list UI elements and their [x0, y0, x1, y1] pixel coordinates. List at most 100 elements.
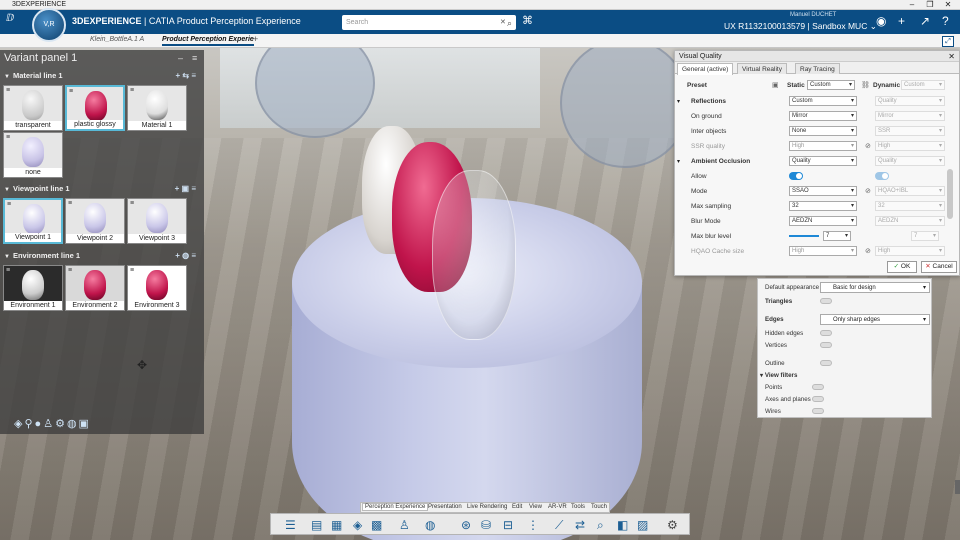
save-icon[interactable]: ▣	[772, 81, 779, 89]
blur-slider[interactable]	[789, 235, 819, 237]
tab-live-rendering[interactable]: Live Rendering	[467, 504, 507, 510]
camera-icon[interactable]: ▩	[371, 518, 382, 532]
vq-static-dropdown[interactable]: High	[789, 246, 857, 256]
list-tree-icon[interactable]: ⋮	[527, 518, 539, 532]
menu-icon[interactable]: ≡	[6, 87, 10, 94]
link-icon[interactable]: ⛓	[861, 81, 870, 89]
walk-icon[interactable]: ♙	[43, 418, 55, 430]
menu-icon[interactable]: ≡	[6, 134, 10, 141]
vq-static-dropdown[interactable]: Mirror	[789, 111, 857, 121]
tree-icon[interactable]: ⚲	[24, 418, 34, 430]
restore-icon[interactable]: ❐	[922, 0, 938, 10]
ok-button[interactable]: ✓ OK	[887, 261, 917, 273]
tab-view[interactable]: View	[529, 504, 542, 510]
menu-icon[interactable]: ≡	[68, 267, 72, 274]
vq-static-dropdown[interactable]: High	[789, 141, 857, 151]
close-icon[interactable]: ✕	[948, 51, 955, 62]
unlink-icon[interactable]: ⊘	[865, 142, 871, 150]
variant-viewpoint-2[interactable]: ≡ Viewpoint 2	[65, 198, 125, 244]
tab-touch[interactable]: Touch	[591, 504, 607, 510]
menu-icon[interactable]: ≡	[69, 88, 73, 95]
image-icon[interactable]: ▣	[79, 418, 91, 430]
section-tools-icon[interactable]: + ▣ ≡	[175, 184, 196, 193]
vq-static-dropdown[interactable]: Custom	[789, 96, 857, 106]
tab-perception-experience[interactable]: Perception Experience	[362, 503, 429, 511]
cube-icon[interactable]: ◈	[353, 518, 362, 532]
tab-tools[interactable]: Tools	[571, 504, 585, 510]
menu-icon[interactable]: ≡	[68, 200, 72, 207]
klein-bottle-transparent[interactable]	[432, 170, 516, 340]
share-icon[interactable]: ↗	[920, 14, 930, 28]
vq-dynamic-dropdown[interactable]: Quality	[875, 156, 945, 166]
section-tools-icon[interactable]: + ⇆ ≡	[176, 71, 197, 80]
side-grip[interactable]	[955, 480, 960, 494]
tab-product-perception[interactable]: Product Perception Experie	[162, 36, 254, 46]
variant-none[interactable]: ≡ none	[3, 132, 63, 178]
section-tools-icon[interactable]: + ◍ ≡	[175, 251, 196, 260]
section-material[interactable]: ▼ Material line 1 + ⇆ ≡	[4, 71, 200, 83]
variant-transparent[interactable]: ≡ transparent	[3, 85, 63, 131]
help-icon[interactable]: ?	[942, 14, 949, 28]
menu-icon[interactable]: ≡	[130, 267, 134, 274]
variant-environment-3[interactable]: ≡ Environment 3	[127, 265, 187, 311]
vq-dynamic-dropdown[interactable]: 32	[875, 201, 945, 211]
vq-dynamic-dropdown[interactable]: Mirror	[875, 111, 945, 121]
tab-virtual-reality[interactable]: Virtual Reality	[737, 63, 787, 74]
menu-icon[interactable]: ≡	[130, 87, 134, 94]
zoom-icon[interactable]: ⌕	[597, 518, 604, 533]
tag-icon[interactable]: ⌘	[522, 14, 533, 27]
database-icon[interactable]: ⛁	[481, 518, 491, 532]
vq-dynamic-dropdown[interactable]: SSR	[875, 126, 945, 136]
collapse-icon[interactable]: –	[178, 53, 183, 63]
points-toggle[interactable]	[812, 384, 824, 390]
vq-dynamic-dropdown[interactable]: HQAO+IBL	[875, 186, 945, 196]
vq-dynamic-dropdown[interactable]: High	[875, 246, 945, 256]
tab-klein-bottle[interactable]: Klein_BottleA.1 A	[90, 36, 144, 43]
outline-toggle[interactable]	[820, 360, 832, 366]
minimize-icon[interactable]: –	[904, 0, 920, 10]
tab-general[interactable]: General (active)	[677, 63, 734, 75]
wheel-icon[interactable]: ⊛	[461, 518, 471, 532]
allow-toggle-static[interactable]	[789, 172, 803, 180]
tab-ar-vr[interactable]: AR-VR	[548, 504, 567, 510]
measure-icon[interactable]: ⟋	[555, 518, 563, 533]
triangle-down-icon[interactable]: ▾	[677, 98, 680, 105]
vq-row-label[interactable]: Reflections	[691, 98, 726, 105]
menu-icon[interactable]: ≡	[7, 201, 11, 208]
vq-static-dropdown[interactable]: SSAO	[789, 186, 857, 196]
menu-icon[interactable]: ≡	[192, 53, 197, 63]
section-icon[interactable]: ◧	[617, 518, 628, 532]
variant-material-1[interactable]: ≡ Material 1	[127, 85, 187, 131]
unlink-icon[interactable]: ⊘	[865, 187, 871, 195]
variant-environment-1[interactable]: ≡ Environment 1	[3, 265, 63, 311]
compass[interactable]: V,R	[32, 8, 66, 42]
variant-environment-2[interactable]: ≡ Environment 2	[65, 265, 125, 311]
tab-edit[interactable]: Edit	[512, 504, 522, 510]
vq-static-dropdown[interactable]: 32	[789, 201, 857, 211]
hidden-edges-toggle[interactable]	[820, 330, 832, 336]
view-filters-header[interactable]: ▾ View filters	[760, 372, 797, 379]
allow-toggle-dynamic[interactable]	[875, 172, 889, 180]
vq-row-label[interactable]: Ambient Occlusion	[691, 158, 750, 165]
wires-toggle[interactable]	[812, 408, 824, 414]
vq-dynamic-dropdown[interactable]: AEDZN	[875, 216, 945, 226]
vq-static-dropdown[interactable]: 7	[823, 231, 851, 241]
menu-icon[interactable]: ≡	[6, 267, 10, 274]
tenant-selector[interactable]: UX R1132100013579 | Sandbox MUC ⌄	[724, 21, 877, 32]
cube-icon[interactable]: ◈	[14, 418, 24, 430]
default-appearance-dropdown[interactable]: Basic for design	[820, 282, 930, 293]
vq-dynamic-dropdown[interactable]: High	[875, 141, 945, 151]
split-icon[interactable]: ⊟	[503, 518, 513, 532]
panel-active-icon[interactable]: ▦	[331, 518, 342, 532]
section-environment[interactable]: ▼ Environment line 1 + ◍ ≡	[4, 251, 200, 263]
sphere-icon[interactable]: ●	[35, 418, 44, 430]
axes-planes-toggle[interactable]	[812, 396, 824, 402]
render-icon[interactable]: ▨	[637, 518, 648, 532]
edges-dropdown[interactable]: Only sharp edges	[820, 314, 930, 325]
menu-icon[interactable]: ≡	[130, 200, 134, 207]
globe-icon[interactable]: ◍	[67, 418, 79, 430]
new-tab-button[interactable]: +	[253, 34, 258, 44]
triangle-down-icon[interactable]: ▾	[677, 158, 680, 165]
tab-ray-tracing[interactable]: Ray Tracing	[795, 63, 840, 74]
vq-dynamic-dropdown[interactable]: Quality	[875, 96, 945, 106]
